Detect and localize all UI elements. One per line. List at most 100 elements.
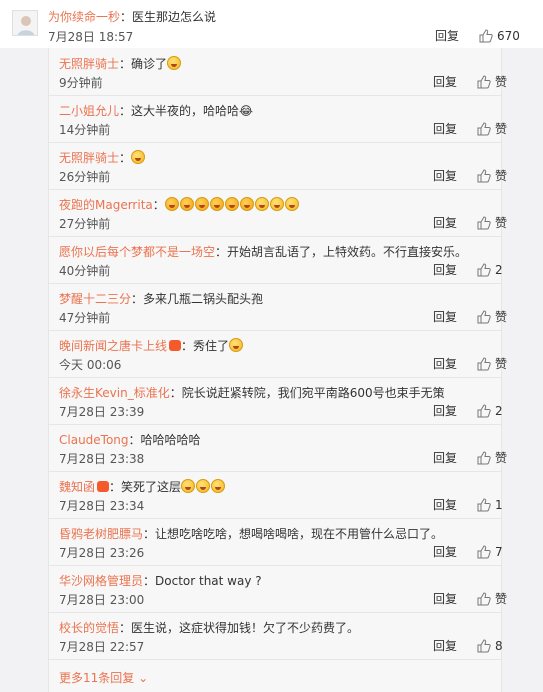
main-comment-actions: 回复 670 <box>435 28 535 44</box>
laugh-emoji-icon <box>181 479 196 493</box>
laugh-emoji-icon <box>284 197 299 211</box>
like-count[interactable]: 赞 <box>495 356 507 372</box>
thumbs-up-icon[interactable] <box>477 169 491 183</box>
reply-row: 晚间新闻之唐卡上线 ：秀住了今天 00:06 回复 赞 <box>49 330 507 378</box>
laugh-emoji-icon <box>164 197 179 211</box>
reply-username[interactable]: 晚间新闻之唐卡上线 <box>59 339 167 353</box>
like-count[interactable]: 670 <box>497 28 520 44</box>
reply-row: 梦醒十二三分：多来几瓶二锅头配头孢 47分钟前 回复 赞 <box>49 283 507 331</box>
laugh-emoji-icon <box>254 197 269 211</box>
reply-username[interactable]: 昏鸦老树肥膘马 <box>59 527 143 541</box>
reply-button[interactable]: 回复 <box>433 74 457 90</box>
reply-button[interactable]: 回复 <box>433 450 457 466</box>
reply-time: 47分钟前 <box>59 311 111 325</box>
reply-actions: 回复 赞 <box>433 121 507 137</box>
reply-row: 徐永生Kevin_标准化：院长说赶紧转院，我们宛平南路600号也束手无策 7月28… <box>49 377 503 425</box>
reply-text: ： <box>152 198 165 212</box>
thumbs-up-icon[interactable] <box>477 75 491 89</box>
laugh-emoji-icon <box>224 197 239 211</box>
like-count[interactable]: 赞 <box>495 309 507 325</box>
reply-username[interactable]: 无照胖骑士 <box>59 57 119 71</box>
reply-button[interactable]: 回复 <box>433 403 457 419</box>
reply-row: 校长的觉悟：医生说，这症状得加钱！欠了不少药费了。 7月28日 22:57 回复 8 <box>49 612 503 660</box>
like-count[interactable]: 赞 <box>495 121 507 137</box>
reply-username[interactable]: 无照胖骑士 <box>59 151 119 165</box>
reply-button[interactable]: 回复 <box>433 356 457 372</box>
thumbs-up-icon[interactable] <box>477 216 491 230</box>
reply-button[interactable]: 回复 <box>433 121 457 137</box>
reply-button[interactable]: 回复 <box>433 544 457 560</box>
like-count[interactable]: 2 <box>495 262 503 278</box>
thumbs-up-icon[interactable] <box>477 592 491 606</box>
reply-username[interactable]: 校长的觉悟 <box>59 621 119 635</box>
laugh-emoji-icon <box>229 338 244 352</box>
reply-actions: 回复 2 <box>433 403 503 419</box>
reply-username[interactable]: 愿你以后每个梦都不是一场空 <box>59 245 215 259</box>
reply-time: 26分钟前 <box>59 170 111 184</box>
like-count[interactable]: 赞 <box>495 215 507 231</box>
reply-line: 昏鸦老树肥膘马：让想吃啥吃啥，想喝啥喝啥，现在不用管什么忌口了。 <box>59 525 443 542</box>
reply-row: 无照胖骑士：确诊了 9分钟前 回复 赞 <box>49 48 507 96</box>
main-comment-username[interactable]: 为你续命一秒 <box>48 10 120 24</box>
like-count[interactable]: 1 <box>495 497 503 513</box>
reply-button[interactable]: 回复 <box>433 309 457 325</box>
thumbs-up-icon[interactable] <box>477 451 491 465</box>
laugh-emoji-icon <box>194 197 209 211</box>
reply-actions: 回复 8 <box>433 638 503 654</box>
thumbs-up-icon[interactable] <box>477 498 491 512</box>
reply-button[interactable]: 回复 <box>433 262 457 278</box>
reply-row: 华沙网格管理员：Doctor that way ? 7月28日 23:00 回复 赞 <box>49 565 507 613</box>
laugh-emoji-icon <box>167 56 182 70</box>
reply-username[interactable]: 魏知函 <box>59 480 95 494</box>
reply-username[interactable]: 徐永生Kevin_标准化 <box>59 386 170 400</box>
reply-time: 7月28日 23:26 <box>59 546 145 560</box>
reply-text: ：秀住了 <box>181 339 230 353</box>
reply-time: 40分钟前 <box>59 264 111 278</box>
reply-row: ClaudeTong：哈哈哈哈哈 7月28日 23:38 回复 赞 <box>49 424 507 472</box>
thumbs-up-icon[interactable] <box>477 122 491 136</box>
like-count[interactable]: 赞 <box>495 74 507 90</box>
like-count[interactable]: 赞 <box>495 450 507 466</box>
reply-button[interactable]: 回复 <box>433 168 457 184</box>
reply-username[interactable]: 梦醒十二三分 <box>59 292 131 306</box>
thumbs-up-icon[interactable] <box>477 639 491 653</box>
like-count[interactable]: 赞 <box>495 168 507 184</box>
reply-button[interactable]: 回复 <box>433 497 457 513</box>
thumbs-up-icon[interactable] <box>477 263 491 277</box>
avatar[interactable] <box>12 10 38 36</box>
reply-button[interactable]: 回复 <box>433 638 457 654</box>
reply-row: 昏鸦老树肥膘马：让想吃啥吃啥，想喝啥喝啥，现在不用管什么忌口了。 7月28日 23… <box>49 518 503 566</box>
reply-actions: 回复 2 <box>433 262 503 278</box>
vip-badge-icon <box>169 340 182 351</box>
like-count[interactable]: 8 <box>495 638 503 654</box>
reply-username[interactable]: 二小姐允儿 <box>59 104 119 118</box>
reply-username[interactable]: ClaudeTong <box>59 433 129 447</box>
like-count[interactable]: 2 <box>495 403 503 419</box>
laugh-emoji-icon <box>269 197 284 211</box>
reply-actions: 回复 赞 <box>433 309 507 325</box>
reply-time: 今天 00:06 <box>59 358 122 372</box>
reply-line: 愿你以后每个梦都不是一场空：开始胡言乱语了，上特效药。不行直接安乐。 <box>59 243 467 260</box>
reply-username[interactable]: 夜跑的Magerrita <box>59 198 153 212</box>
reply-text: ： <box>119 151 132 165</box>
reply-text: ：院长说赶紧转院，我们宛平南路600号也束手无策 <box>169 386 445 400</box>
reply-list: 更多11条回复 ⌄ 无照胖骑士：确诊了 9分钟前 回复赞二小姐允儿：这大半夜的，哈哈… <box>48 48 507 692</box>
main-comment-time: 7月28日 18:57 <box>48 30 134 44</box>
reply-text: ：Doctor that way ? <box>143 574 262 588</box>
reply-row: 魏知函 ：笑死了这层 7月28日 23:34 回复 1 <box>49 471 503 519</box>
like-count[interactable]: 赞 <box>495 591 507 607</box>
reply-button[interactable]: 回复 <box>433 591 457 607</box>
like-count[interactable]: 7 <box>495 544 503 560</box>
reply-text: ：笑死了这层 <box>109 480 182 494</box>
reply-line: 华沙网格管理员：Doctor that way ? <box>59 572 262 589</box>
thumbs-up-icon[interactable] <box>477 545 491 559</box>
laugh-emoji-icon <box>179 197 194 211</box>
reply-button[interactable]: 回复 <box>435 28 459 44</box>
thumbs-up-icon[interactable] <box>479 29 493 43</box>
reply-button[interactable]: 回复 <box>433 215 457 231</box>
thumbs-up-icon[interactable] <box>477 310 491 324</box>
thumbs-up-icon[interactable] <box>477 357 491 371</box>
reply-username[interactable]: 华沙网格管理员 <box>59 574 143 588</box>
thumbs-up-icon[interactable] <box>477 404 491 418</box>
more-replies-link[interactable]: 更多11条回复 ⌄ <box>59 669 148 686</box>
